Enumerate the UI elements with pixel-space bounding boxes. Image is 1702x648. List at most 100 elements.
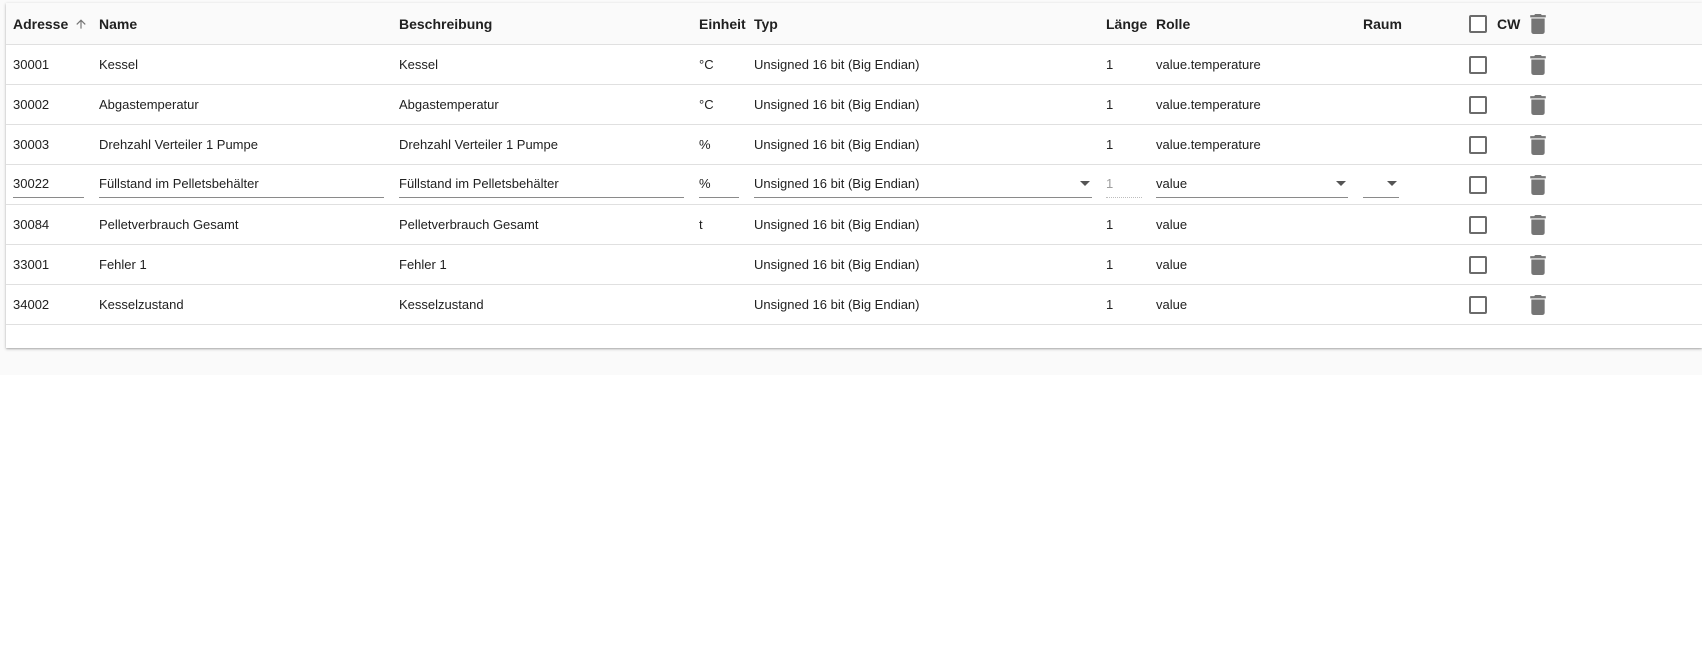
cw-checkbox[interactable] [1469,135,1487,154]
adresse-cell[interactable]: 33001 [13,245,49,284]
name-input[interactable]: Füllstand im Pelletsbehälter [99,172,384,198]
table-row[interactable]: 30084 Pelletverbrauch Gesamt Pelletverbrau… [6,205,1702,245]
arrow-up-icon[interactable] [74,17,88,31]
table-row[interactable]: 30001 Kessel Kessel °C Unsigned 16 bit (Big … [6,45,1702,85]
name-cell[interactable]: Fehler 1 [99,245,147,284]
table-panel: Adresse Name Beschreibung Einheit Typ Lä… [0,0,1702,375]
header-adresse[interactable]: Adresse [13,3,88,44]
name-cell[interactable]: Kessel [99,45,138,84]
einheit-cell[interactable]: °C [699,45,714,84]
delete-cell[interactable] [1530,205,1546,244]
trash-icon[interactable] [1530,134,1546,155]
select-all-checkbox[interactable] [1469,14,1487,33]
rolle-cell[interactable]: value [1156,285,1187,324]
trash-icon[interactable] [1530,94,1546,115]
einheit-cell[interactable]: t [699,205,703,244]
cw-cell[interactable] [1469,45,1487,84]
delete-cell[interactable] [1530,165,1546,204]
delete-cell[interactable] [1530,285,1546,324]
header-delete-all[interactable] [1530,3,1546,44]
typ-cell[interactable]: Unsigned 16 bit (Big Endian) [754,45,920,84]
name-cell[interactable]: Drehzahl Verteiler 1 Pumpe [99,125,258,164]
table-row[interactable]: 34002 Kesselzustand Kesselzustand Unsigned … [6,285,1702,325]
laenge-cell[interactable]: 1 [1106,285,1113,324]
table-row[interactable]: 30002 Abgastemperatur Abgastemperatur °C Uns… [6,85,1702,125]
name-cell[interactable]: Kesselzustand [99,285,184,324]
rolle-cell[interactable]: value [1156,205,1187,244]
trash-icon[interactable] [1530,254,1546,275]
delete-cell[interactable] [1530,245,1546,284]
beschreibung-input[interactable]: Füllstand im Pelletsbehälter [399,172,684,198]
laenge-cell[interactable]: 1 [1106,205,1113,244]
trash-icon[interactable] [1530,54,1546,75]
beschreibung-cell[interactable]: Drehzahl Verteiler 1 Pumpe [399,125,558,164]
header-rolle[interactable]: Rolle [1156,3,1190,44]
delete-cell[interactable] [1530,45,1546,84]
adresse-cell[interactable]: 30001 [13,45,49,84]
delete-cell[interactable] [1530,125,1546,164]
name-value: Pelletverbrauch Gesamt [99,217,239,232]
table-row[interactable]: 30022 Füllstand im Pelletsbehälter Füllsta… [6,165,1702,205]
typ-cell[interactable]: Unsigned 16 bit (Big Endian) [754,205,920,244]
typ-cell[interactable]: Unsigned 16 bit (Big Endian) [754,245,920,284]
header-einheit[interactable]: Einheit [699,3,746,44]
table-row[interactable]: 30003 Drehzahl Verteiler 1 Pumpe Drehzahl … [6,125,1702,165]
trash-icon[interactable] [1530,174,1546,195]
raum-select[interactable] [1363,172,1399,198]
header-raum[interactable]: Raum [1363,3,1402,44]
beschreibung-cell[interactable]: Kesselzustand [399,285,484,324]
rolle-select[interactable]: value [1156,172,1348,198]
cw-cell[interactable] [1469,125,1487,164]
name-cell[interactable]: Abgastemperatur [99,85,199,124]
caret-down-icon[interactable] [1336,181,1346,186]
cw-checkbox[interactable] [1469,215,1487,234]
adresse-cell[interactable]: 30002 [13,85,49,124]
header-typ[interactable]: Typ [754,3,778,44]
rolle-cell[interactable]: value.temperature [1156,125,1261,164]
caret-down-icon[interactable] [1080,181,1090,186]
header-select-all[interactable] [1469,3,1487,44]
typ-cell[interactable]: Unsigned 16 bit (Big Endian) [754,285,920,324]
adresse-cell[interactable]: 30084 [13,205,49,244]
einheit-cell[interactable]: % [699,125,711,164]
cw-cell[interactable] [1469,205,1487,244]
rolle-cell[interactable]: value.temperature [1156,45,1261,84]
adresse-cell[interactable]: 34002 [13,285,49,324]
typ-cell[interactable]: Unsigned 16 bit (Big Endian) [754,85,920,124]
trash-icon[interactable] [1530,294,1546,315]
einheit-cell[interactable]: °C [699,85,714,124]
header-laenge[interactable]: Länge [1106,3,1147,44]
cw-cell[interactable] [1469,245,1487,284]
header-beschreibung[interactable]: Beschreibung [399,3,492,44]
adresse-input[interactable]: 30022 [13,172,84,198]
caret-down-icon[interactable] [1387,181,1397,186]
name-cell[interactable]: Pelletverbrauch Gesamt [99,205,238,244]
laenge-cell[interactable]: 1 [1106,45,1113,84]
cw-checkbox[interactable] [1469,95,1487,114]
rolle-cell[interactable]: value [1156,245,1187,284]
laenge-cell[interactable]: 1 [1106,245,1113,284]
beschreibung-cell[interactable]: Fehler 1 [399,245,447,284]
cw-cell[interactable] [1469,165,1487,204]
einheit-input[interactable]: % [699,172,739,198]
cw-checkbox[interactable] [1469,295,1487,314]
adresse-cell[interactable]: 30003 [13,125,49,164]
laenge-cell[interactable]: 1 [1106,85,1113,124]
cw-checkbox[interactable] [1469,55,1487,74]
beschreibung-cell[interactable]: Pelletverbrauch Gesamt [399,205,538,244]
trash-icon[interactable] [1530,13,1546,34]
typ-cell[interactable]: Unsigned 16 bit (Big Endian) [754,125,920,164]
header-name[interactable]: Name [99,3,137,44]
delete-cell[interactable] [1530,85,1546,124]
table-row[interactable]: 33001 Fehler 1 Fehler 1 Unsigned 16 bit (Bi… [6,245,1702,285]
cw-cell[interactable] [1469,285,1487,324]
rolle-cell[interactable]: value.temperature [1156,85,1261,124]
laenge-cell[interactable]: 1 [1106,125,1113,164]
beschreibung-cell[interactable]: Kessel [399,45,438,84]
trash-icon[interactable] [1530,214,1546,235]
cw-checkbox[interactable] [1469,255,1487,274]
beschreibung-cell[interactable]: Abgastemperatur [399,85,499,124]
cw-cell[interactable] [1469,85,1487,124]
cw-checkbox[interactable] [1469,175,1487,194]
typ-select[interactable]: Unsigned 16 bit (Big Endian) [754,172,1092,198]
